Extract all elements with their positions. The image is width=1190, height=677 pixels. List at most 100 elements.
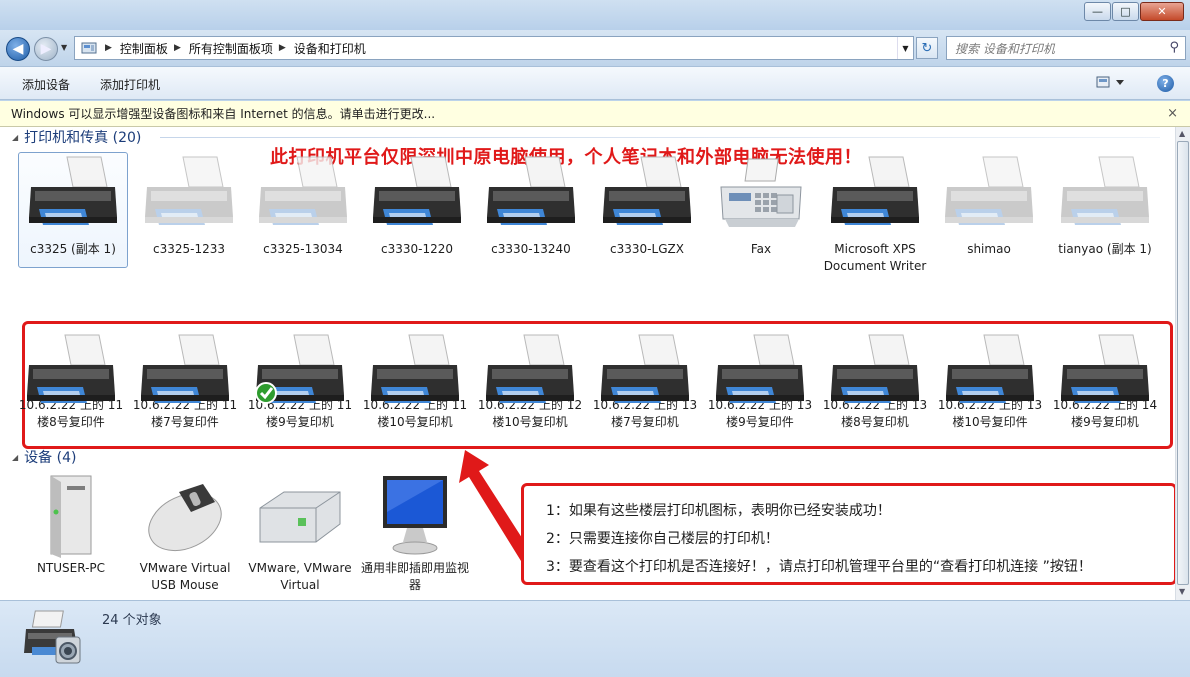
maximize-button[interactable]: □ xyxy=(1112,2,1139,21)
printer-item[interactable]: 10.6.2.22 上的 13楼9号复印件 xyxy=(705,327,815,431)
command-bar: 添加设备 添加打印机 ? xyxy=(0,66,1190,100)
printer-icon xyxy=(143,153,235,241)
printer-item[interactable]: c3330-13240 xyxy=(476,153,586,258)
back-arrow-icon: ◀ xyxy=(12,41,24,57)
printer-item[interactable]: c3330-1220 xyxy=(362,153,472,258)
note-2: 2：只需要连接你自己楼层的打印机！ xyxy=(546,531,779,547)
breadcrumb-separator[interactable]: ▶ xyxy=(279,43,286,53)
printer-label: Fax xyxy=(750,242,772,256)
printer-item[interactable]: c3325 (副本 1) xyxy=(18,152,128,268)
device-item[interactable]: VMware, VMware Virtual xyxy=(245,472,355,594)
info-bar[interactable]: Windows 可以显示增强型设备图标和来自 Internet 的信息。请单击进… xyxy=(0,101,1190,127)
breadcrumb-separator[interactable]: ▶ xyxy=(174,43,181,53)
vertical-scrollbar[interactable]: ▲ ▼ xyxy=(1175,127,1190,600)
minimize-button[interactable]: — xyxy=(1084,2,1111,21)
printer-icon xyxy=(139,327,231,403)
device-label: 通用非即插即用监视器 xyxy=(360,561,469,592)
refresh-icon: ↻ xyxy=(921,40,933,56)
title-bar: — □ ✕ xyxy=(0,0,1190,30)
printer-item[interactable]: 10.6.2.22 上的 13楼10号复印件 xyxy=(935,327,1045,431)
scroll-up-icon[interactable]: ▲ xyxy=(1179,129,1185,138)
printer-item-default[interactable]: 10.6.2.22 上的 11楼9号复印机 xyxy=(245,327,355,431)
printer-icon xyxy=(371,153,463,241)
help-icon[interactable]: ? xyxy=(1157,75,1174,92)
printer-item[interactable]: c3325-13034 xyxy=(248,153,358,258)
printer-item[interactable]: c3325-1233 xyxy=(134,153,244,258)
printer-item[interactable]: c3330-LGZX xyxy=(592,153,702,258)
printer-item[interactable]: Fax xyxy=(706,153,816,258)
address-dropdown[interactable]: ▼ xyxy=(897,37,913,59)
printer-item[interactable]: 10.6.2.22 上的 11楼10号复印机 xyxy=(360,327,470,431)
breadcrumb-all-items[interactable]: 所有控制面板项 xyxy=(189,40,273,57)
printer-icon xyxy=(484,327,576,403)
printer-item[interactable]: shimao xyxy=(934,153,1044,258)
printer-item[interactable]: 10.6.2.22 上的 11楼7号复印件 xyxy=(130,327,240,431)
add-device-button[interactable]: 添加设备 xyxy=(22,76,70,93)
printer-icon xyxy=(1059,153,1151,241)
printer-icon xyxy=(829,327,921,403)
scrollbar-thumb[interactable] xyxy=(1177,141,1189,585)
group-divider xyxy=(160,137,1160,138)
forward-button[interactable]: ▶ xyxy=(34,37,58,61)
printer-item[interactable]: 10.6.2.22 上的 14楼9号复印机 xyxy=(1050,327,1160,431)
device-label: VMware Virtual USB Mouse xyxy=(139,561,231,592)
back-button[interactable]: ◀ xyxy=(6,37,30,61)
printer-item[interactable]: 10.6.2.22 上的 11楼8号复印件 xyxy=(16,327,126,431)
printer-icon xyxy=(943,153,1035,241)
printer-icon xyxy=(829,153,921,241)
pc-tower-icon xyxy=(25,472,117,560)
printer-icon xyxy=(257,153,349,241)
printer-icon xyxy=(254,327,346,404)
address-bar[interactable]: ▶ 控制面板 ▶ 所有控制面板项 ▶ 设备和打印机 ▼ xyxy=(74,36,914,60)
refresh-button[interactable]: ↻ xyxy=(916,37,938,59)
content-pane: ◢ 打印机和传真 (20) 此打印机平台仅限深圳中原电脑使用，个人笔记本和外部电… xyxy=(0,127,1175,600)
collapse-icon[interactable]: ◢ xyxy=(12,133,18,142)
fax-icon xyxy=(715,153,807,241)
group-devices-title: 设备 (4) xyxy=(24,450,77,466)
device-item[interactable]: VMware Virtual USB Mouse xyxy=(130,472,240,594)
forward-arrow-icon: ▶ xyxy=(40,41,52,57)
printer-label: c3330-1220 xyxy=(380,242,453,256)
printer-icon xyxy=(485,153,577,241)
device-label: VMware, VMware Virtual xyxy=(248,561,352,592)
printer-label: Microsoft XPS Document Writer xyxy=(823,242,927,273)
printer-item[interactable]: 10.6.2.22 上的 13楼8号复印机 xyxy=(820,327,930,431)
close-button[interactable]: ✕ xyxy=(1140,2,1184,21)
printer-item[interactable]: Microsoft XPS Document Writer xyxy=(820,153,930,275)
info-bar-text[interactable]: Windows 可以显示增强型设备图标和来自 Internet 的信息。请单击进… xyxy=(11,105,435,122)
printer-label: c3325-1233 xyxy=(152,242,225,256)
mouse-icon xyxy=(139,472,231,560)
group-printers-header[interactable]: ◢ 打印机和传真 (20) xyxy=(12,127,141,147)
group-printers-title: 打印机和传真 (20) xyxy=(24,130,142,146)
printer-item[interactable]: 10.6.2.22 上的 13楼7号复印机 xyxy=(590,327,700,431)
printer-icon xyxy=(714,327,806,403)
group-devices-header[interactable]: ◢ 设备 (4) xyxy=(12,447,76,467)
breadcrumb-separator: ▶ xyxy=(105,43,112,53)
printer-icon xyxy=(599,327,691,403)
collapse-icon[interactable]: ◢ xyxy=(12,453,18,462)
search-placeholder: 搜索 设备和打印机 xyxy=(955,41,1055,56)
window-controls: — □ ✕ xyxy=(1083,2,1184,21)
close-icon[interactable]: × xyxy=(1167,106,1178,121)
breadcrumb-control-panel[interactable]: 控制面板 xyxy=(120,40,168,57)
change-view-button[interactable] xyxy=(1096,75,1126,92)
note-1: 1：如果有这些楼层打印机图标，表明你已经安装成功！ xyxy=(546,503,891,519)
scroll-down-icon[interactable]: ▼ xyxy=(1179,587,1185,596)
printer-item[interactable]: 10.6.2.22 上的 12楼10号复印机 xyxy=(475,327,585,431)
details-pane: 24 个对象 xyxy=(0,600,1190,677)
device-item[interactable]: NTUSER-PC xyxy=(16,472,126,577)
search-icon[interactable]: ⚲ xyxy=(1169,40,1179,55)
printer-item[interactable]: tianyao (副本 1) xyxy=(1050,153,1160,258)
printer-icon xyxy=(25,327,117,403)
printer-icon xyxy=(1059,327,1151,403)
add-printer-button[interactable]: 添加打印机 xyxy=(100,76,160,93)
printer-label: c3330-LGZX xyxy=(610,242,684,256)
recent-pages-dropdown[interactable]: ▼ xyxy=(61,43,67,52)
search-input[interactable]: 搜索 设备和打印机 ⚲ xyxy=(946,36,1186,60)
printer-icon xyxy=(27,153,119,241)
hard-drive-icon xyxy=(254,472,346,560)
monitor-icon xyxy=(369,472,461,560)
device-item[interactable]: 通用非即插即用监视器 xyxy=(360,472,470,594)
devices-printers-icon xyxy=(24,610,81,664)
breadcrumb-devices-printers[interactable]: 设备和打印机 xyxy=(294,40,366,57)
